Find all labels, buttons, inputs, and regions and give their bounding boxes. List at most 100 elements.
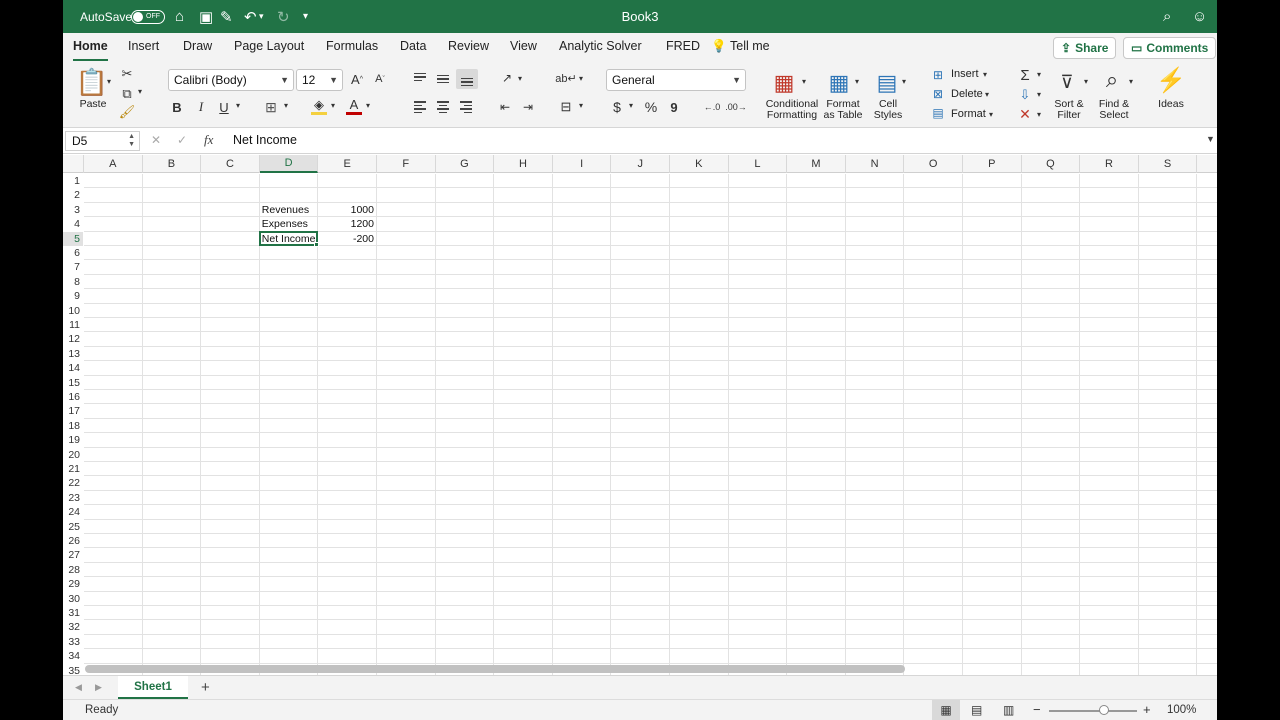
cell-styles-icon[interactable]: ▤ [873, 69, 901, 97]
fill-dropdown-icon[interactable]: ▾ [1037, 90, 1041, 99]
row-header-21[interactable]: 21 [63, 462, 83, 476]
row-header-14[interactable]: 14 [63, 361, 83, 375]
format-as-table-dropdown-icon[interactable]: ▾ [855, 77, 859, 86]
tab-fred[interactable]: FRED [666, 39, 700, 55]
zoom-slider-track[interactable] [1049, 710, 1137, 712]
format-as-table-icon[interactable]: ▦ [825, 69, 853, 97]
home-icon[interactable]: ⌂ [175, 0, 184, 33]
find-select-dropdown-icon[interactable]: ▾ [1129, 77, 1133, 86]
align-right-icon[interactable] [459, 101, 473, 113]
column-header-q[interactable]: Q [1022, 155, 1081, 173]
column-header-m[interactable]: M [787, 155, 846, 173]
borders-icon[interactable]: ⊞ [263, 99, 279, 115]
align-top-icon[interactable] [413, 71, 427, 83]
insert-cells-button[interactable]: Insert [951, 68, 979, 80]
row-header-6[interactable]: 6 [63, 246, 83, 260]
column-header-j[interactable]: J [611, 155, 670, 173]
cell-e5[interactable]: -200 [318, 232, 374, 246]
page-break-view-icon[interactable]: ▥ [1003, 703, 1014, 717]
row-header-25[interactable]: 25 [63, 520, 83, 534]
column-header-n[interactable]: N [846, 155, 905, 173]
delete-cells-button[interactable]: Delete [951, 88, 983, 100]
row-header-33[interactable]: 33 [63, 635, 83, 649]
tab-draw[interactable]: Draw [183, 39, 212, 55]
cell-styles-label[interactable]: Cell Styles [869, 99, 907, 121]
add-sheet-button[interactable]: + [201, 679, 210, 696]
undo-icon[interactable]: ↶ [244, 0, 257, 33]
cancel-entry-icon[interactable]: ✕ [151, 133, 161, 147]
align-bottom-icon[interactable] [456, 69, 478, 89]
font-color-dropdown-icon[interactable]: ▾ [366, 101, 370, 110]
name-box-spinner-icon[interactable]: ▲ ▼ [128, 133, 135, 149]
row-header-35[interactable]: 35 [63, 664, 83, 675]
orientation-dropdown-icon[interactable]: ▾ [518, 74, 522, 83]
increase-indent-icon[interactable]: ⇥ [520, 99, 536, 115]
align-center-icon[interactable] [436, 101, 450, 113]
row-header-3[interactable]: 3 [63, 203, 83, 217]
insert-dropdown-icon[interactable]: ▾ [983, 70, 987, 79]
tab-home[interactable]: Home [73, 39, 108, 61]
fill-color-icon[interactable]: ◈ [311, 97, 327, 115]
bold-button[interactable]: B [169, 99, 185, 115]
fill-icon[interactable]: ⇩ [1018, 87, 1032, 103]
font-color-icon[interactable]: A [346, 97, 362, 115]
row-header-8[interactable]: 8 [63, 275, 83, 289]
column-header-o[interactable]: O [904, 155, 963, 173]
column-header-p[interactable]: P [963, 155, 1022, 173]
row-header-11[interactable]: 11 [63, 318, 83, 332]
save-icon[interactable]: ▣ [199, 0, 213, 33]
decrease-indent-icon[interactable]: ⇤ [497, 99, 513, 115]
horizontal-scrollbar[interactable] [85, 665, 905, 673]
tab-insert[interactable]: Insert [128, 39, 159, 55]
smiley-feedback-icon[interactable]: ☺ [1192, 0, 1207, 33]
conditional-formatting-dropdown-icon[interactable]: ▾ [802, 77, 806, 86]
column-header-s[interactable]: S [1139, 155, 1198, 173]
ideas-icon[interactable]: ⚡ [1156, 66, 1186, 94]
column-header-g[interactable]: G [436, 155, 495, 173]
column-header-l[interactable]: L [729, 155, 788, 173]
column-header-a[interactable]: A [84, 155, 143, 173]
row-header-10[interactable]: 10 [63, 304, 83, 318]
tell-me[interactable]: Tell me [730, 39, 770, 55]
redo-icon[interactable]: ↻ [277, 0, 290, 33]
row-header-13[interactable]: 13 [63, 347, 83, 361]
tab-page-layout[interactable]: Page Layout [234, 39, 304, 55]
delete-cells-icon[interactable]: ⊠ [931, 87, 945, 101]
row-header-17[interactable]: 17 [63, 404, 83, 418]
row-header-15[interactable]: 15 [63, 376, 83, 390]
font-name-select[interactable]: Calibri (Body) ▼ [168, 69, 294, 91]
row-header-34[interactable]: 34 [63, 649, 83, 663]
copy-icon[interactable]: ⧉ [120, 86, 134, 101]
number-format-select[interactable]: General ▼ [606, 69, 746, 91]
copy-dropdown-icon[interactable]: ▾ [138, 87, 142, 96]
formula-input[interactable]: Net Income [233, 133, 297, 147]
tab-formulas[interactable]: Formulas [326, 39, 378, 55]
currency-button[interactable]: $ [610, 99, 624, 115]
cell-styles-dropdown-icon[interactable]: ▾ [902, 77, 906, 86]
autosave-toggle[interactable]: OFF [131, 0, 165, 33]
insert-function-button[interactable]: fx [204, 132, 213, 148]
row-header-30[interactable]: 30 [63, 592, 83, 606]
row-header-31[interactable]: 31 [63, 606, 83, 620]
undo-dropdown-icon[interactable]: ▾ [259, 0, 264, 33]
format-cells-button[interactable]: Format [951, 108, 986, 120]
row-header-23[interactable]: 23 [63, 491, 83, 505]
zoom-level[interactable]: 100% [1167, 704, 1196, 716]
wrap-text-dropdown-icon[interactable]: ▾ [579, 74, 583, 83]
zoom-slider-thumb[interactable] [1099, 705, 1110, 715]
autosave-switch[interactable]: OFF [131, 9, 165, 24]
format-dropdown-icon[interactable]: ▾ [989, 110, 993, 119]
format-painter-icon[interactable]: 🖌 [119, 104, 136, 119]
comments-button[interactable]: ▭ Comments [1123, 37, 1217, 59]
row-header-32[interactable]: 32 [63, 620, 83, 634]
autosum-dropdown-icon[interactable]: ▾ [1037, 70, 1041, 79]
previous-sheet-icon[interactable]: ◀ [75, 682, 82, 693]
column-header-i[interactable]: I [553, 155, 612, 173]
fill-color-dropdown-icon[interactable]: ▾ [331, 101, 335, 110]
italic-button[interactable]: I [193, 99, 209, 115]
autosum-icon[interactable]: Σ [1018, 67, 1032, 84]
column-header-r[interactable]: R [1080, 155, 1139, 173]
increase-font-size-icon[interactable]: A ^ [349, 70, 365, 88]
row-header-20[interactable]: 20 [63, 448, 83, 462]
cell-d3[interactable]: Revenues [262, 203, 309, 217]
